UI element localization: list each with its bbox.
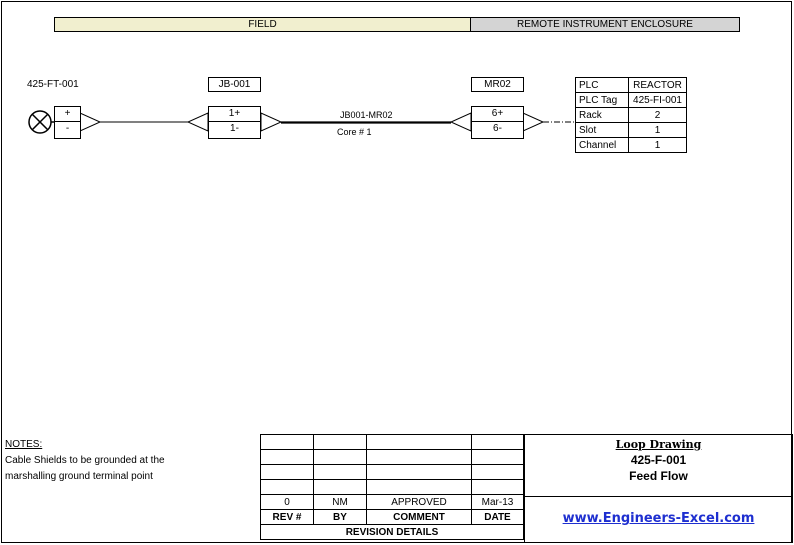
- website-block: www.Engineers-Excel.com: [524, 497, 793, 543]
- plc-row: PLC REACTOR: [575, 77, 687, 93]
- junction-box-tag: JB-001: [208, 77, 261, 92]
- notes-section: NOTES: Cable Shields to be grounded at t…: [5, 437, 165, 485]
- plc-row: Slot 1: [575, 122, 687, 138]
- revision-date: Mar-13: [471, 494, 524, 510]
- by-header: BY: [313, 509, 367, 525]
- revision-row: 0 NM APPROVED Mar-13: [260, 494, 524, 510]
- mr-terminal-6-minus: 6-: [471, 122, 524, 139]
- rev-header: REV #: [260, 509, 314, 525]
- loop-description: Feed Flow: [629, 469, 688, 483]
- plc-io-table: PLC REACTOR PLC Tag 425-FI-001 Rack 2 Sl…: [575, 77, 687, 153]
- loop-number: 425-F-001: [630, 453, 687, 467]
- mr-left-connector: [449, 112, 472, 132]
- instrument-tag: 425-FT-001: [27, 79, 79, 90]
- plc-value: REACTOR: [628, 77, 687, 93]
- revision-comment: APPROVED: [366, 494, 472, 510]
- plc-value: 1: [628, 122, 687, 138]
- plc-value: 2: [628, 107, 687, 123]
- date-header: DATE: [471, 509, 524, 525]
- revision-by: NM: [313, 494, 367, 510]
- instrument-terminal-minus: -: [54, 122, 81, 139]
- plc-value: 1: [628, 137, 687, 153]
- plc-key: Rack: [575, 107, 629, 123]
- cable-tag: JB001-MR02: [340, 110, 393, 120]
- plc-key: Channel: [575, 137, 629, 153]
- instrument-connector: [79, 112, 102, 132]
- plc-row: PLC Tag 425-FI-001: [575, 92, 687, 108]
- plc-row: Rack 2: [575, 107, 687, 123]
- revision-number: 0: [260, 494, 314, 510]
- jb-left-connector: [186, 112, 209, 132]
- plc-key: PLC: [575, 77, 629, 93]
- notes-line: marshalling ground terminal point: [5, 471, 153, 482]
- drawing-type: Loop Drawing: [615, 438, 702, 451]
- plc-key: Slot: [575, 122, 629, 138]
- cable-core: Core # 1: [337, 127, 372, 137]
- plc-row: Channel 1: [575, 137, 687, 153]
- jb-right-connector: [260, 112, 283, 132]
- revision-table: 0 NM APPROVED Mar-13 REV # BY COMMENT DA…: [260, 434, 524, 540]
- plc-value: 425-FI-001: [628, 92, 687, 108]
- instrument-terminal-plus: +: [54, 106, 81, 122]
- mr-right-connector: [522, 112, 545, 132]
- instrument-symbol: [28, 110, 54, 134]
- notes-heading: NOTES:: [5, 439, 43, 450]
- jb-terminal-1-minus: 1-: [208, 122, 261, 139]
- plc-key: PLC Tag: [575, 92, 629, 108]
- revision-details-label: REVISION DETAILS: [260, 524, 524, 540]
- revision-header-row: REV # BY COMMENT DATE: [260, 509, 524, 525]
- marshalling-tag: MR02: [471, 77, 524, 92]
- comment-header: COMMENT: [366, 509, 472, 525]
- website-link[interactable]: www.Engineers-Excel.com: [563, 511, 755, 526]
- jb-terminal-1-plus: 1+: [208, 106, 261, 122]
- notes-line: Cable Shields to be grounded at the: [5, 455, 165, 466]
- mr-terminal-6-plus: 6+: [471, 106, 524, 122]
- title-block: Loop Drawing 425-F-001 Feed Flow: [524, 434, 793, 497]
